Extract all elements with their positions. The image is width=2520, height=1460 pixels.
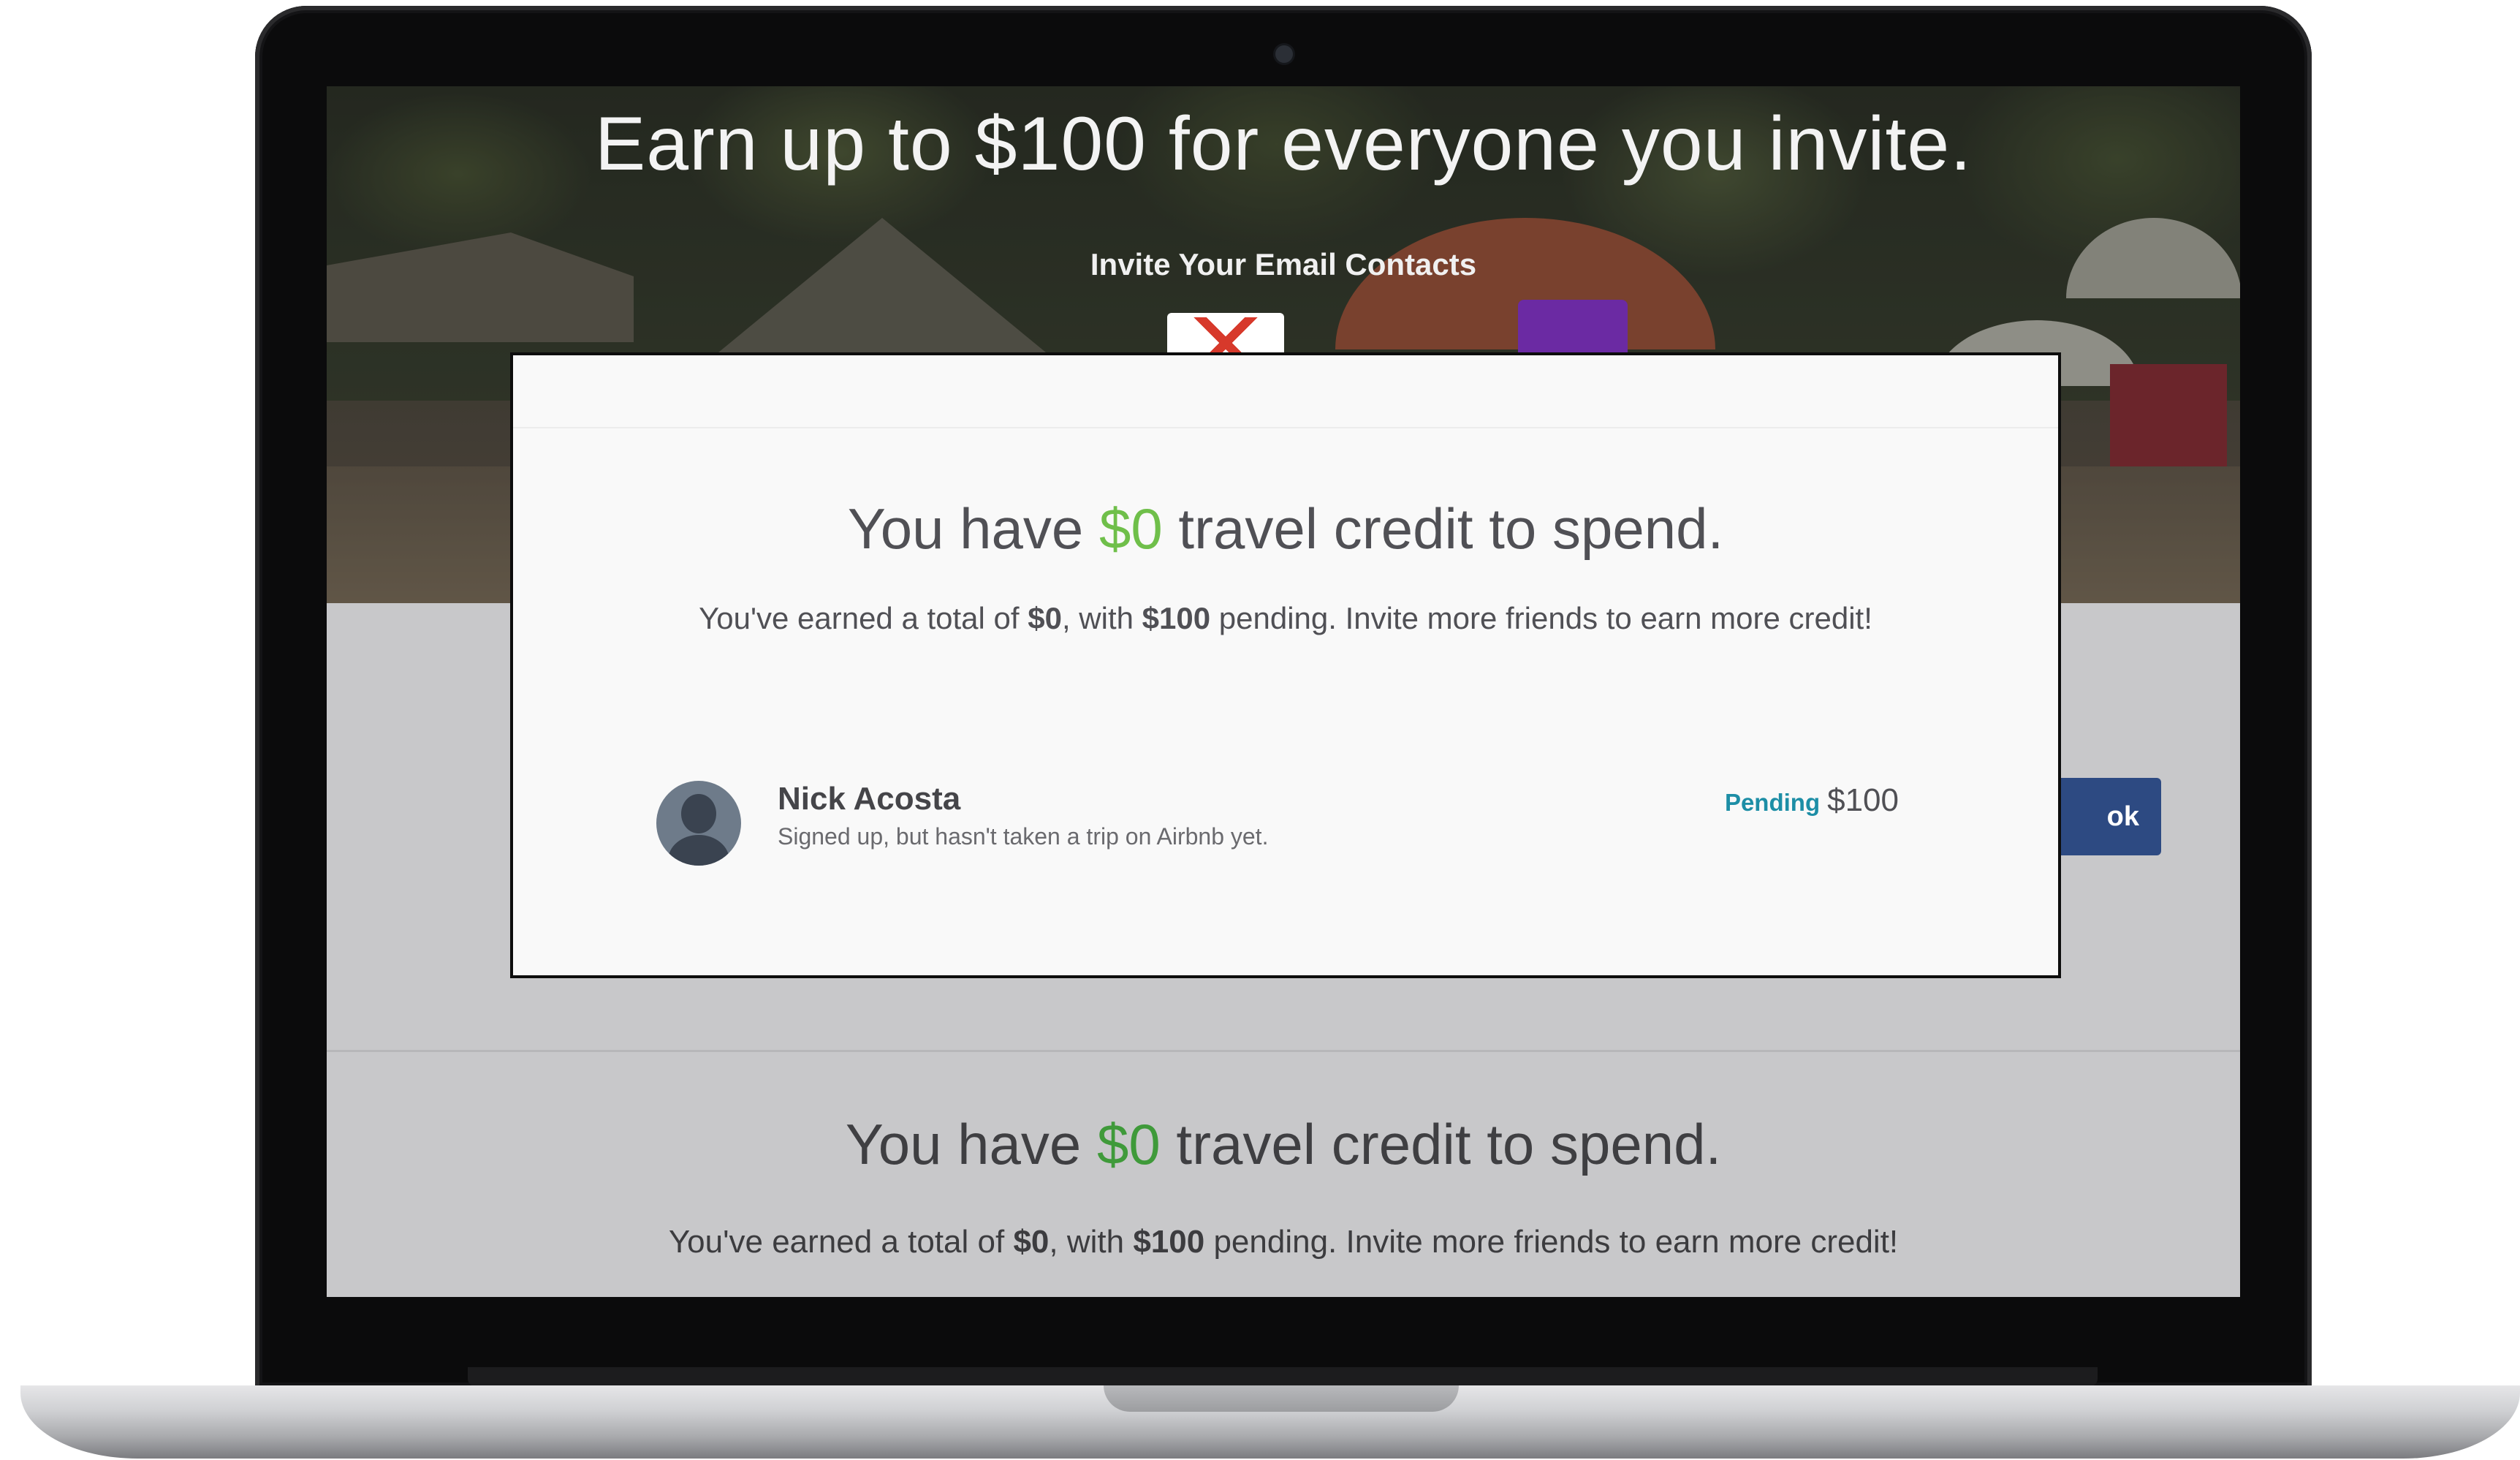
modal-credit-summary: You've earned a total of $0, with $100 p…: [699, 601, 1872, 635]
credit-amount: $0: [1098, 496, 1163, 561]
hero-title: Earn up to $100 for everyone you invite.: [594, 102, 1973, 186]
camera-icon: [1275, 45, 1293, 63]
background-credit-title: You have $0 travel credit to spend.: [845, 1112, 1722, 1176]
laptop-hinge: [468, 1367, 2098, 1386]
modal-header-divider: [513, 427, 2058, 428]
credit-amount: $0: [1096, 1112, 1161, 1176]
modal-credit-title: You have $0 travel credit to spend.: [847, 496, 1724, 561]
invite-email-contacts-label: Invite Your Email Contacts: [1090, 247, 1477, 281]
facebook-invite-button[interactable]: ok: [2052, 778, 2161, 855]
laptop-notch: [1104, 1385, 1459, 1412]
credit-modal: You have $0 travel credit to spend. You'…: [510, 352, 2061, 978]
referral-amount: Pending $100: [1724, 782, 1899, 818]
friend-name: Nick Acosta: [778, 781, 961, 817]
avatar: [656, 781, 741, 866]
background-credit-summary: You've earned a total of $0, with $100 p…: [668, 1224, 1899, 1260]
pending-badge: Pending: [1724, 789, 1821, 816]
referral-list-item: Nick Acosta Signed up, but hasn't taken …: [656, 781, 1899, 876]
divider: [327, 1050, 2240, 1052]
friend-status: Signed up, but hasn't taken a trip on Ai…: [778, 823, 1269, 850]
